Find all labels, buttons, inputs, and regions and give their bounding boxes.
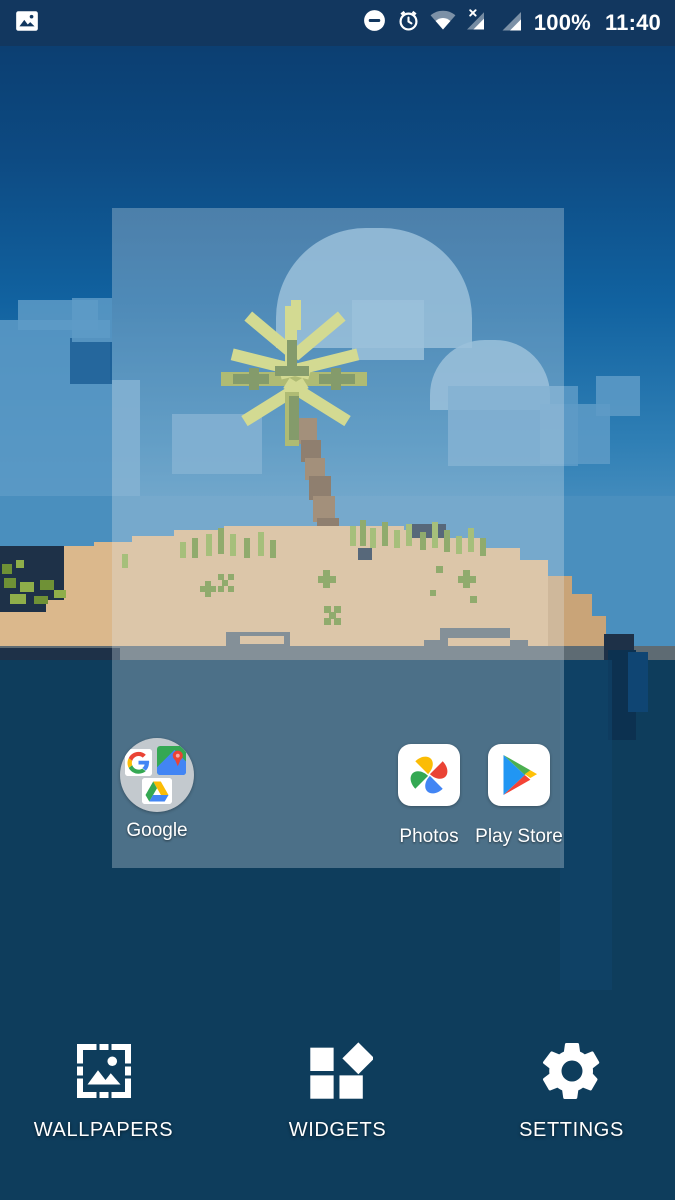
action-label: WALLPAPERS [33, 1119, 174, 1141]
cloud-shape [72, 298, 112, 342]
widgets-icon [268, 1035, 408, 1107]
google-drive-icon [142, 778, 172, 804]
home-actions-bar: WALLPAPERS WIDGETS SETTINGS [0, 1035, 675, 1142]
do-not-disturb-icon [362, 8, 387, 38]
google-search-icon [125, 749, 152, 776]
action-label: WIDGETS [288, 1119, 387, 1141]
google-maps-icon [157, 746, 186, 775]
app-icon-row: Google Photos Play Store [112, 738, 564, 868]
palm-tree [213, 300, 383, 544]
cloud-shape [0, 380, 140, 500]
cellular-no-sim-icon [465, 8, 492, 38]
app-label: Play Store [475, 826, 563, 847]
status-bar-notifications [14, 8, 40, 39]
google-folder-icon[interactable] [120, 738, 194, 812]
battery-percentage: 100% [533, 10, 591, 35]
widgets-button[interactable]: WIDGETS [268, 1035, 408, 1142]
home-screen: 100% 11:40 Google Photos Play Store WALL… [0, 0, 675, 1200]
status-bar: 100% 11:40 [0, 0, 675, 46]
island-landmass [0, 520, 675, 660]
google-play-store-icon[interactable] [482, 744, 556, 818]
cloud-shape [70, 338, 112, 384]
cellular-signal-icon [501, 10, 525, 37]
wifi-icon [430, 10, 456, 37]
clock: 11:40 [604, 10, 661, 35]
wallpaper-icon [34, 1035, 174, 1107]
app-play-store[interactable]: Play Store [464, 738, 574, 846]
google-photos-icon[interactable] [392, 744, 466, 818]
wallpaper-background[interactable] [0, 0, 675, 1200]
alarm-icon [396, 8, 421, 38]
status-bar-system-icons: 100% 11:40 [362, 8, 661, 38]
settings-button[interactable]: SETTINGS [502, 1035, 642, 1142]
app-label: Google [126, 820, 188, 841]
cloud-shape [596, 376, 640, 416]
photo-icon [14, 8, 40, 39]
settings-gear-icon [502, 1035, 642, 1107]
wallpapers-button[interactable]: WALLPAPERS [34, 1035, 174, 1142]
action-label: SETTINGS [519, 1119, 624, 1141]
app-google-folder[interactable]: Google [102, 738, 212, 840]
